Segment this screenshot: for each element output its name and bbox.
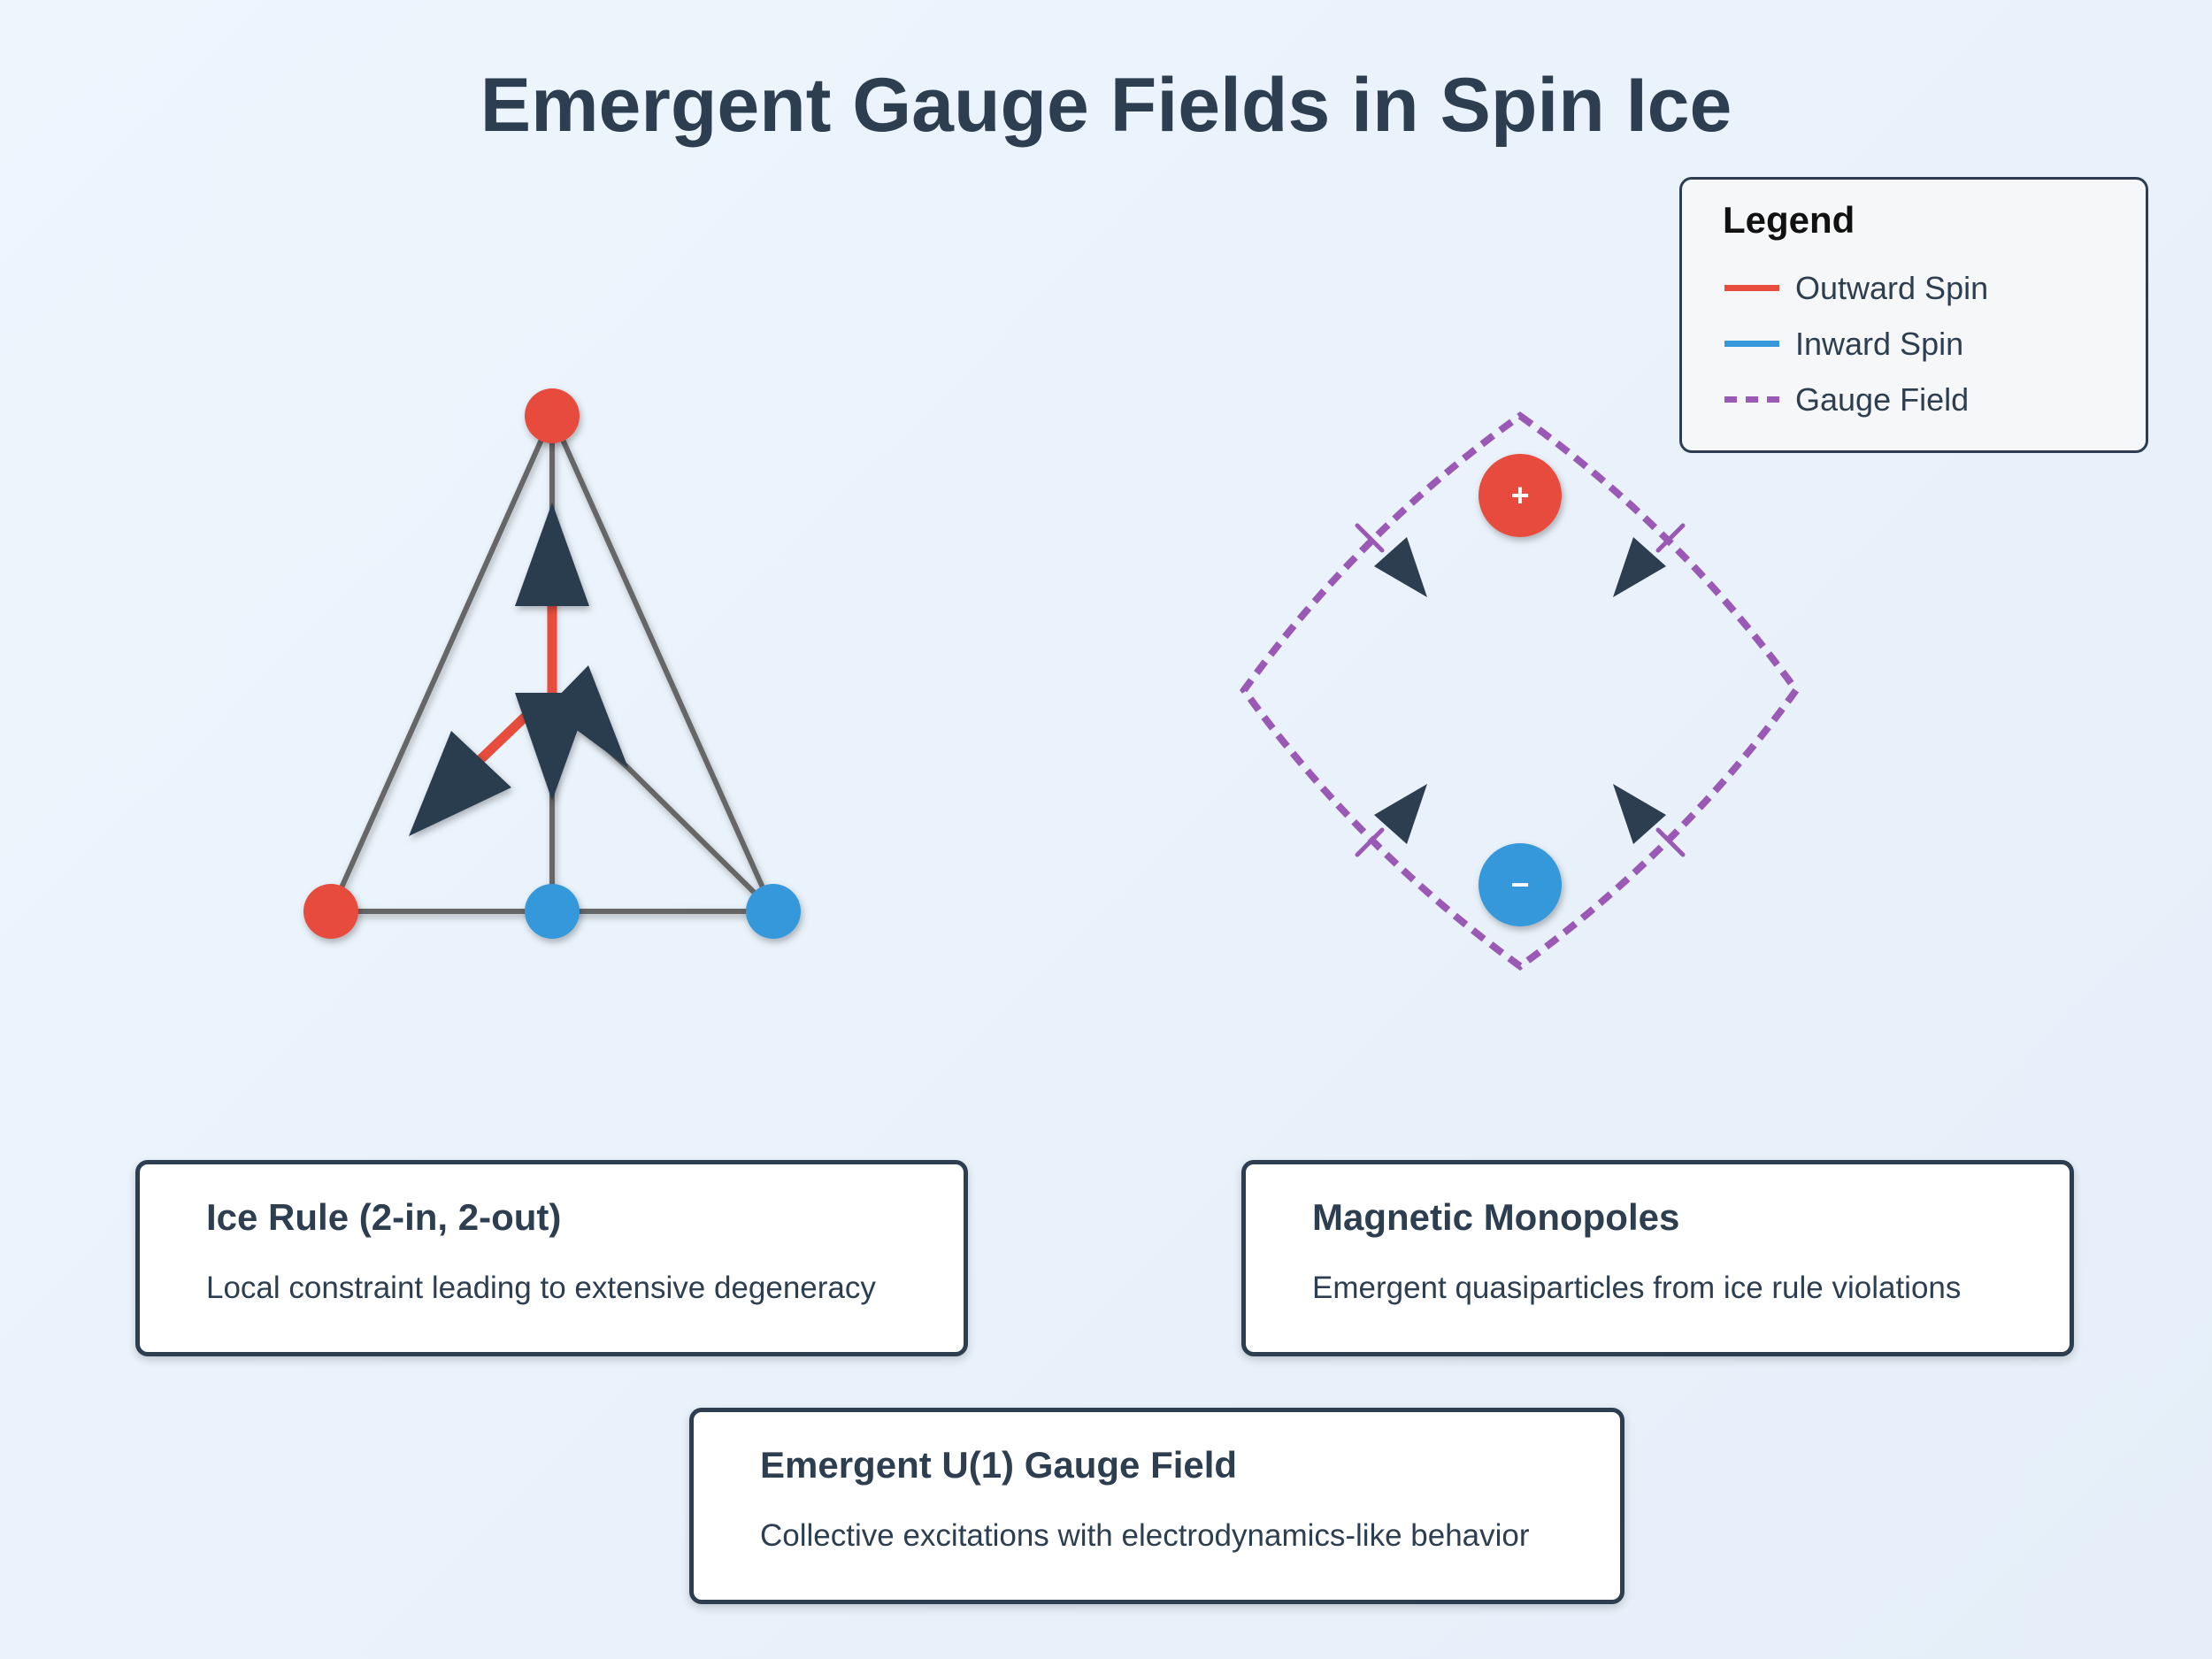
card-title: Emergent U(1) Gauge Field [760, 1444, 1238, 1486]
card-description: Local constraint leading to extensive de… [206, 1271, 876, 1305]
tetrahedron-edge [328, 414, 555, 913]
magnetic-monopoles-card: Magnetic Monopoles Emergent quasiparticl… [1241, 1160, 2074, 1356]
tetrahedron [303, 388, 801, 939]
positive-monopole-symbol: + [1510, 477, 1529, 513]
card-title: Ice Rule (2-in, 2-out) [206, 1196, 562, 1238]
ice-rule-card: Ice Rule (2-in, 2-out) Local constraint … [135, 1160, 968, 1356]
negative-monopole-symbol: − [1510, 866, 1529, 902]
gauge-field-loop: + − [1240, 411, 1801, 971]
inward-spin-vertex [525, 884, 580, 939]
card-description: Emergent quasiparticles from ice rule vi… [1312, 1271, 1962, 1305]
diagram-stage: Emergent Gauge Fields in Spin Ice Legend… [0, 0, 2212, 1659]
card-title: Magnetic Monopoles [1312, 1196, 1680, 1238]
spin-arrow-icon [515, 503, 589, 606]
inward-spin-vertex [746, 884, 801, 939]
card-description: Collective excitations with electrodynam… [760, 1518, 1530, 1553]
field-arrow-icon [1613, 784, 1666, 844]
field-arrow-icon [1374, 784, 1427, 844]
outward-spin-vertex [303, 884, 358, 939]
field-arrow-icon [1374, 537, 1427, 597]
tetrahedron-edge [549, 414, 776, 913]
gauge-field-card: Emergent U(1) Gauge Field Collective exc… [689, 1408, 1624, 1604]
tetrahedron-edge [626, 765, 776, 914]
outward-spin-vertex [525, 388, 580, 443]
field-arrow-icon [1613, 537, 1666, 597]
